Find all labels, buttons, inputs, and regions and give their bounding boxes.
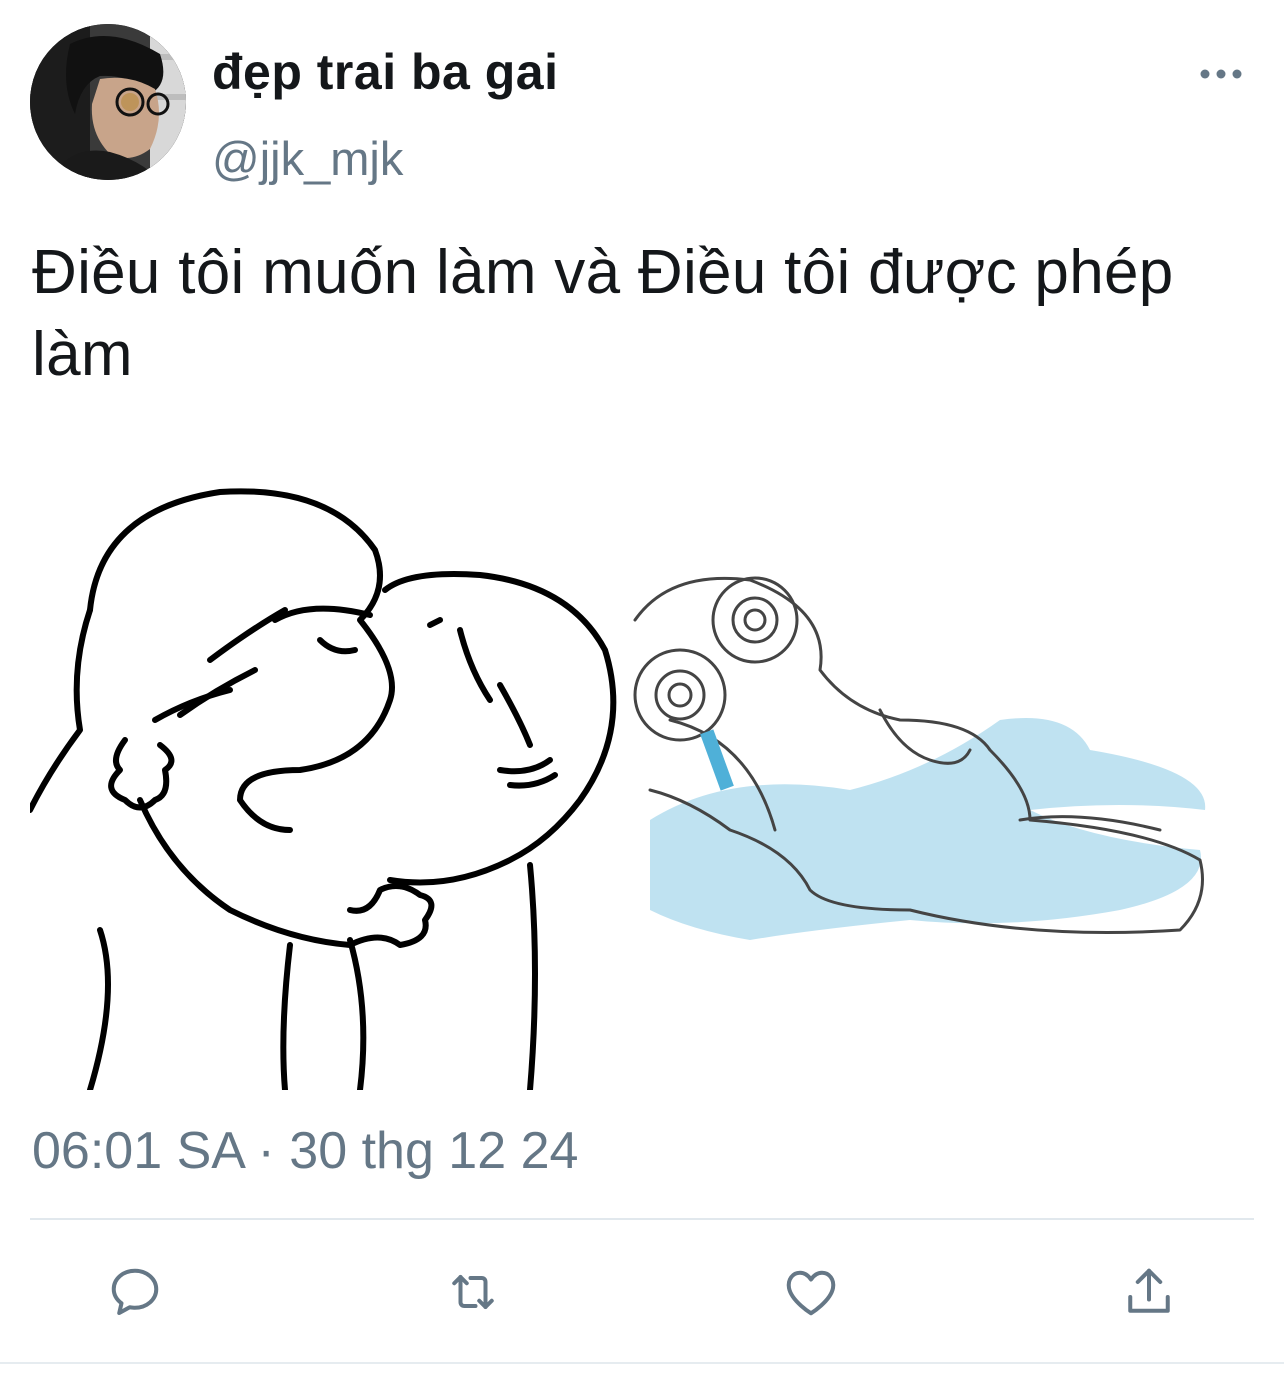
share-button[interactable] <box>1114 1250 1184 1334</box>
share-icon <box>1128 1268 1170 1313</box>
tweet-text: Điều tôi muốn làm và Điều tôi được phép … <box>32 238 1174 389</box>
tweet-timestamp[interactable]: 06:01 SA · 30 thg 12 24 <box>32 1118 578 1184</box>
bottom-divider <box>0 1362 1284 1364</box>
comment-icon <box>111 1268 159 1315</box>
action-bar <box>0 1250 1284 1334</box>
retweet-icon <box>452 1275 494 1309</box>
retweet-button[interactable] <box>438 1250 508 1334</box>
avatar-photo <box>30 24 186 180</box>
tweet-media-image[interactable] <box>27 470 1220 1093</box>
user-handle[interactable]: @jjk_mjk <box>212 130 403 188</box>
divider <box>30 1218 1254 1220</box>
avatar[interactable] <box>30 24 186 180</box>
heart-icon <box>786 1270 836 1316</box>
reply-button[interactable] <box>100 1250 170 1334</box>
tweet-card: đẹp trai ba gai @jjk_mjk Điều tôi muốn l… <box>0 0 1284 1383</box>
like-button[interactable] <box>776 1250 846 1334</box>
more-options-icon[interactable] <box>1196 56 1246 92</box>
display-name[interactable]: đẹp trai ba gai <box>212 42 558 102</box>
